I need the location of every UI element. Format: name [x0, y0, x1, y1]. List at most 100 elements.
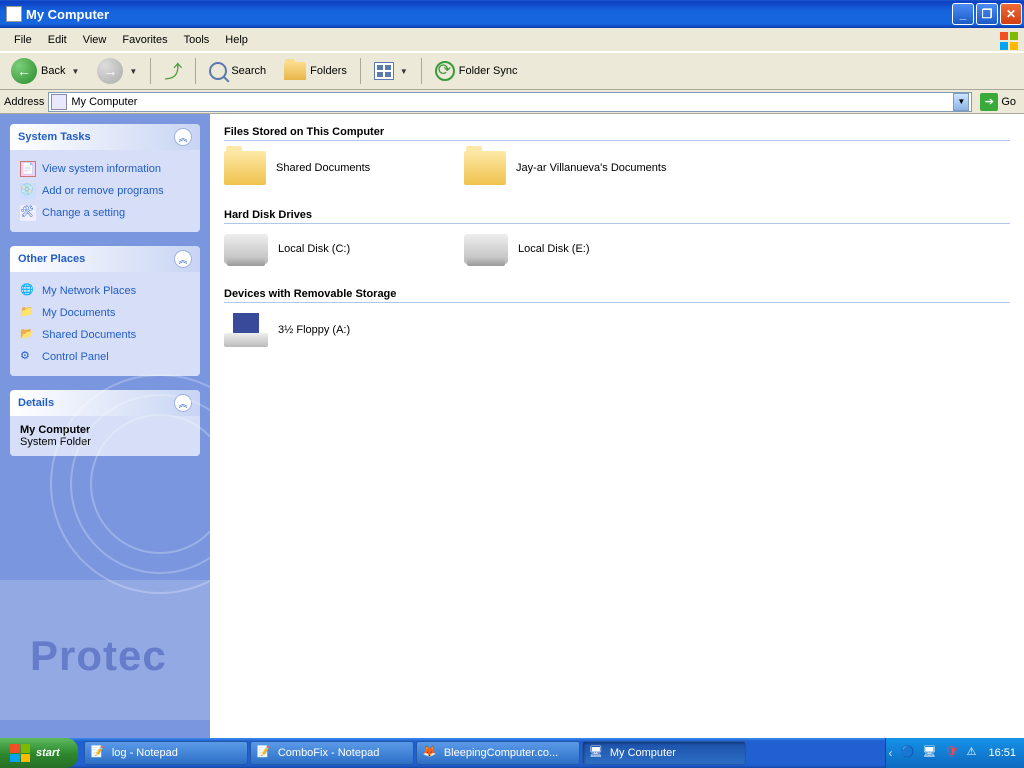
tray-network-icon[interactable]: 🖥: [922, 745, 938, 761]
separator: [150, 58, 151, 84]
address-input[interactable]: My Computer ▼: [48, 92, 972, 112]
network-places-link[interactable]: 🌐My Network Places: [20, 280, 190, 302]
other-places-header[interactable]: Other Places ︽: [10, 246, 200, 272]
tray-icon[interactable]: 🔵: [900, 745, 916, 761]
back-arrow-icon: ←: [11, 58, 37, 84]
views-icon: [374, 62, 394, 80]
taskbar-button-label: log - Notepad: [112, 747, 178, 759]
views-dropdown-icon[interactable]: ▼: [400, 67, 408, 76]
folders-label: Folders: [310, 65, 347, 77]
taskbar-button-label: ComboFix - Notepad: [278, 747, 380, 759]
separator: [195, 58, 196, 84]
menu-edit[interactable]: Edit: [40, 31, 75, 49]
taskbar-button[interactable]: 🖥My Computer: [582, 741, 746, 765]
content-item[interactable]: 3½ Floppy (A:): [224, 313, 444, 347]
content-item[interactable]: Shared Documents: [224, 151, 444, 185]
go-arrow-icon: ➔: [980, 93, 998, 111]
maximize-button[interactable]: ❐: [976, 3, 998, 25]
collapse-icon[interactable]: ︽: [174, 250, 192, 268]
search-button[interactable]: Search: [202, 56, 273, 86]
group-header: Files Stored on This Computer: [224, 120, 1010, 141]
toolbar: ← Back ▼ → ▼ ⤴ Search Folders ▼ Folder S…: [0, 52, 1024, 90]
other-places-title: Other Places: [18, 253, 174, 265]
system-tasks-panel: System Tasks ︽ 📄View system information …: [10, 124, 200, 232]
views-button[interactable]: ▼: [367, 56, 415, 86]
item-label: Local Disk (E:): [518, 243, 590, 255]
separator: [421, 58, 422, 84]
group-header: Devices with Removable Storage: [224, 282, 1010, 303]
item-label: 3½ Floppy (A:): [278, 324, 350, 336]
mycomputer-icon: [51, 94, 67, 110]
my-documents-link[interactable]: 📁My Documents: [20, 302, 190, 324]
explorer-icon: 🖥: [589, 745, 605, 761]
system-tasks-header[interactable]: System Tasks ︽: [10, 124, 200, 150]
folders-button[interactable]: Folders: [277, 56, 354, 86]
taskbar-button[interactable]: 📝 log - Notepad: [84, 741, 248, 765]
other-places-panel: Other Places ︽ 🌐My Network Places 📁My Do…: [10, 246, 200, 376]
item-label: Shared Documents: [276, 162, 370, 174]
address-dropdown-icon[interactable]: ▼: [953, 93, 969, 111]
address-bar: Address My Computer ▼ ➔ Go: [0, 90, 1024, 114]
firefox-icon: 🦊: [423, 745, 439, 761]
forward-arrow-icon: →: [97, 58, 123, 84]
tray-icon[interactable]: ⚠: [966, 745, 982, 761]
group-header: Hard Disk Drives: [224, 203, 1010, 224]
minimize-button[interactable]: _: [952, 3, 974, 25]
add-remove-programs-link[interactable]: 💿Add or remove programs: [20, 180, 190, 202]
menu-help[interactable]: Help: [217, 31, 256, 49]
back-label: Back: [41, 65, 65, 77]
separator: [360, 58, 361, 84]
content-item[interactable]: Local Disk (C:): [224, 234, 444, 264]
folder-sync-button[interactable]: Folder Sync: [428, 56, 525, 86]
app-icon: [6, 6, 22, 22]
menu-tools[interactable]: Tools: [176, 31, 218, 49]
sync-icon: [435, 61, 455, 81]
search-label: Search: [231, 65, 266, 77]
taskbar-buttons: 📝 log - Notepad 📝 ComboFix - Notepad 🦊Bleepi…: [78, 738, 886, 768]
view-system-info-link[interactable]: 📄View system information: [20, 158, 190, 180]
desktop-bg-text: Protec: [0, 632, 167, 680]
up-button[interactable]: ⤴: [157, 56, 189, 86]
shared-documents-link[interactable]: 📂Shared Documents: [20, 324, 190, 346]
content-item[interactable]: Local Disk (E:): [464, 234, 684, 264]
menu-favorites[interactable]: Favorites: [114, 31, 175, 49]
system-tray[interactable]: 🔵 🖥 🛡 ⚠ 16:51: [885, 738, 1024, 768]
hard-disk-icon: [224, 234, 268, 264]
go-label: Go: [1001, 96, 1016, 108]
address-label: Address: [4, 96, 44, 108]
menu-file[interactable]: File: [6, 31, 40, 49]
collapse-icon[interactable]: ︽: [174, 128, 192, 146]
folder-icon: [284, 62, 306, 80]
close-button[interactable]: ✕: [1000, 3, 1022, 25]
clock[interactable]: 16:51: [988, 747, 1016, 759]
item-label: Local Disk (C:): [278, 243, 350, 255]
notepad-icon: 📝: [257, 745, 273, 761]
content-area[interactable]: Files Stored on This Computer Shared Docu…: [210, 114, 1024, 740]
start-button[interactable]: start: [0, 738, 78, 768]
taskbar-button[interactable]: 🦊BleepingComputer.co...: [416, 741, 580, 765]
taskbar-button[interactable]: 📝 ComboFix - Notepad: [250, 741, 414, 765]
control-panel-link[interactable]: ⚙Control Panel: [20, 346, 190, 368]
back-dropdown-icon[interactable]: ▼: [71, 67, 79, 76]
title-bar: My Computer _ ❐ ✕: [0, 0, 1024, 28]
windows-flag-icon: [998, 30, 1022, 50]
menu-bar: File Edit View Favorites Tools Help: [0, 28, 1024, 52]
folder-icon: [464, 151, 506, 185]
folder-icon: [224, 151, 266, 185]
address-value: My Computer: [71, 96, 953, 108]
content-item[interactable]: Jay-ar Villanueva's Documents: [464, 151, 684, 185]
taskbar: start 📝 log - Notepad 📝 ComboFix - Notepad 🦊…: [0, 738, 1024, 768]
up-folder-icon: ⤴: [164, 58, 182, 84]
folder-sync-label: Folder Sync: [459, 65, 518, 77]
item-label: Jay-ar Villanueva's Documents: [516, 162, 666, 174]
forward-button[interactable]: → ▼: [90, 56, 144, 86]
menu-view[interactable]: View: [75, 31, 115, 49]
decorative-rings: [50, 374, 210, 594]
tray-security-icon[interactable]: 🛡: [944, 745, 960, 761]
go-button[interactable]: ➔ Go: [976, 92, 1020, 112]
change-setting-link[interactable]: 🛠Change a setting: [20, 202, 190, 224]
notepad-icon: 📝: [91, 745, 107, 761]
floppy-icon: [224, 313, 268, 347]
back-button[interactable]: ← Back ▼: [4, 56, 86, 86]
forward-dropdown-icon[interactable]: ▼: [129, 67, 137, 76]
